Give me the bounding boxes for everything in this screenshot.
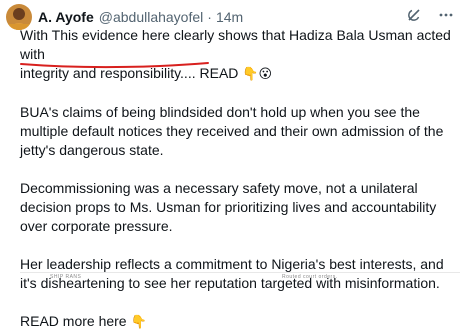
attachment-divider xyxy=(20,272,460,273)
read-more-text: READ more here xyxy=(20,313,131,329)
tweet-paragraph-2: BUA's claims of being blindsided don't h… xyxy=(20,104,444,158)
pointing-down-emoji: 👇 xyxy=(242,67,259,82)
tweet-text: With This evidence here clearly shows th… xyxy=(20,26,460,332)
tweet-paragraph-3: Decommissioning was a necessary safety m… xyxy=(20,180,437,234)
pointing-down-emoji-2: 👇 xyxy=(130,315,147,330)
more-options-icon[interactable] xyxy=(437,6,455,24)
tweet-line-1-text: With This evidence here clearly shows th… xyxy=(20,27,451,62)
surprised-face-emoji: 😮 xyxy=(258,67,273,82)
separator-dot: · xyxy=(207,9,212,25)
read-more-line: READ more here 👇 xyxy=(20,312,460,332)
red-underline-annotation xyxy=(20,62,209,69)
tweet-header: A. Ayofe @abdullahayofel · 14m xyxy=(38,8,457,26)
attachment-preview[interactable]: SHIP RANS Routed court orders. xyxy=(20,272,460,283)
header-actions xyxy=(405,6,455,24)
tweet: A. Ayofe @abdullahayofel · 14m With This xyxy=(0,0,465,330)
tweet-line-1: With This evidence here clearly shows th… xyxy=(20,26,460,84)
author-handle[interactable]: @abdullahayofel xyxy=(99,8,204,26)
author-name[interactable]: A. Ayofe xyxy=(38,8,94,26)
grok-icon[interactable] xyxy=(405,6,423,24)
attachment-left-text: SHIP RANS xyxy=(50,274,82,280)
attachment-right-text: Routed court orders. xyxy=(282,274,338,280)
timestamp[interactable]: 14m xyxy=(216,8,243,26)
